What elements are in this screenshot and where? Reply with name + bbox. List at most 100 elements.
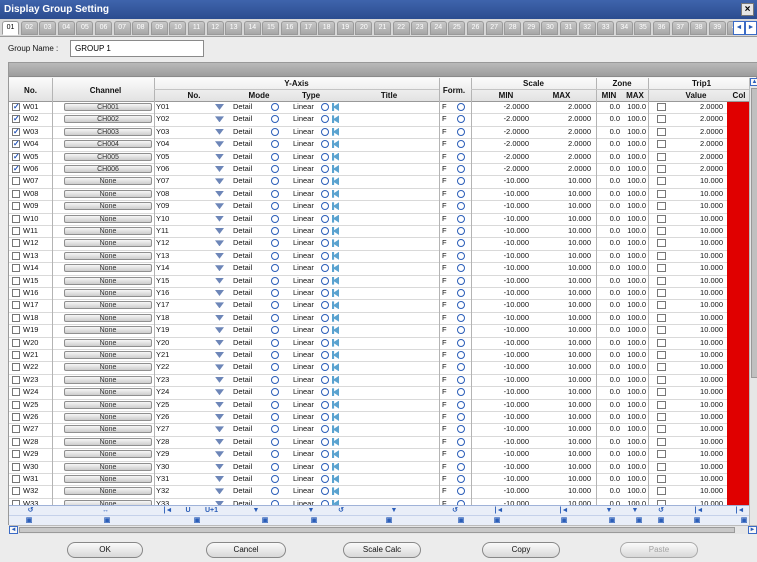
scale-max[interactable]: 10.000 <box>539 226 591 236</box>
zone-max[interactable]: 100.0 <box>621 139 646 149</box>
type-selector-icon[interactable] <box>321 375 329 384</box>
channel-button[interactable]: None <box>64 450 152 459</box>
trip1-color-swatch[interactable] <box>727 114 749 127</box>
zone-max[interactable]: 100.0 <box>621 424 646 434</box>
scale-min[interactable]: -10.000 <box>479 412 529 422</box>
mode-selector-icon[interactable] <box>271 264 279 273</box>
channel-button[interactable]: None <box>64 251 152 260</box>
scale-max[interactable]: 2.0000 <box>539 102 591 112</box>
scale-min[interactable]: -10.000 <box>479 437 529 447</box>
row-enable-checkbox[interactable] <box>12 338 20 347</box>
row-enable-checkbox[interactable] <box>12 177 20 186</box>
y-axis-dropdown-icon[interactable] <box>215 240 224 247</box>
trip1-enable-checkbox[interactable] <box>657 326 666 335</box>
zone-max[interactable]: 100.0 <box>621 486 646 496</box>
zone-max[interactable]: 100.0 <box>621 412 646 422</box>
trip1-value[interactable]: 10.000 <box>671 238 723 248</box>
channel-button[interactable]: None <box>64 239 152 248</box>
trip1-color-swatch[interactable] <box>727 275 749 288</box>
scale-max[interactable]: 2.0000 <box>539 139 591 149</box>
tab-04[interactable]: 04 <box>57 21 75 35</box>
row-enable-checkbox[interactable] <box>12 202 20 211</box>
zone-min[interactable]: 0.0 <box>596 424 620 434</box>
trip1-value[interactable]: 10.000 <box>671 263 723 273</box>
scale-max[interactable]: 10.000 <box>539 362 591 372</box>
row-enable-checkbox[interactable] <box>12 227 20 235</box>
zone-min[interactable]: 0.0 <box>596 449 620 459</box>
trip1-enable-checkbox[interactable] <box>657 251 666 260</box>
form-selector-icon[interactable] <box>457 487 465 496</box>
tab-29[interactable]: 29 <box>522 21 540 35</box>
form-selector-icon[interactable] <box>457 251 465 260</box>
scale-max[interactable]: 10.000 <box>539 350 591 360</box>
type-selector-icon[interactable] <box>321 487 329 496</box>
axis-step-icon[interactable] <box>332 400 339 409</box>
row-enable-checkbox[interactable] <box>12 425 20 434</box>
zone-max[interactable]: 100.0 <box>621 362 646 372</box>
trip1-enable-checkbox[interactable] <box>657 103 666 111</box>
trip1-value[interactable]: 2.0000 <box>671 114 723 124</box>
mode-selector-icon[interactable] <box>271 214 279 223</box>
type-selector-icon[interactable] <box>321 115 329 124</box>
type-selector-icon[interactable] <box>321 475 329 483</box>
tab-24[interactable]: 24 <box>429 21 447 35</box>
trip1-value[interactable]: 10.000 <box>671 214 723 224</box>
zone-min[interactable]: 0.0 <box>596 325 620 335</box>
mode-selector-icon[interactable] <box>271 202 279 211</box>
scale-max[interactable]: 10.000 <box>539 387 591 397</box>
form-selector-icon[interactable] <box>457 140 465 149</box>
zone-min[interactable]: 0.0 <box>596 474 620 484</box>
form-selector-icon[interactable] <box>457 202 465 211</box>
trip1-color-swatch[interactable] <box>727 362 749 375</box>
axis-step-icon[interactable] <box>332 140 339 149</box>
channel-button[interactable]: None <box>64 264 152 273</box>
scale-max[interactable]: 10.000 <box>539 437 591 447</box>
trip1-enable-checkbox[interactable] <box>657 400 666 409</box>
y-axis-dropdown-icon[interactable] <box>215 203 224 210</box>
tab-02[interactable]: 02 <box>20 21 38 35</box>
y-axis-dropdown-icon[interactable] <box>215 104 224 110</box>
channel-button[interactable]: None <box>64 214 152 223</box>
trip1-enable-checkbox[interactable] <box>657 214 666 223</box>
trip1-enable-checkbox[interactable] <box>657 413 666 421</box>
form-selector-icon[interactable] <box>457 214 465 223</box>
zone-min[interactable]: 0.0 <box>596 176 620 186</box>
scale-min[interactable]: -10.000 <box>479 325 529 335</box>
trip1-value[interactable]: 10.000 <box>671 189 723 199</box>
channel-button[interactable]: None <box>64 462 152 471</box>
tab-33[interactable]: 33 <box>597 21 615 35</box>
trip1-value[interactable]: 10.000 <box>671 251 723 261</box>
zone-max[interactable]: 100.0 <box>621 238 646 248</box>
zone-max[interactable]: 100.0 <box>621 387 646 397</box>
y-axis-dropdown-icon[interactable] <box>215 352 224 358</box>
trip1-enable-checkbox[interactable] <box>657 351 666 359</box>
zone-max[interactable]: 100.0 <box>621 226 646 236</box>
scale-min[interactable]: -10.000 <box>479 288 529 298</box>
zone-max[interactable]: 100.0 <box>621 449 646 459</box>
zone-min[interactable]: 0.0 <box>596 437 620 447</box>
trip1-color-swatch[interactable] <box>727 337 749 350</box>
trip1-enable-checkbox[interactable] <box>657 301 666 310</box>
axis-step-icon[interactable] <box>332 202 339 211</box>
row-enable-checkbox[interactable]: ✓ <box>12 140 20 149</box>
row-enable-checkbox[interactable] <box>12 413 20 421</box>
channel-button[interactable]: None <box>64 338 152 347</box>
channel-button[interactable]: None <box>64 227 152 235</box>
scale-min[interactable]: -10.000 <box>479 263 529 273</box>
trip1-enable-checkbox[interactable] <box>657 264 666 273</box>
channel-button[interactable]: None <box>64 475 152 483</box>
trip1-color-swatch[interactable] <box>727 263 749 276</box>
scale-min[interactable]: -10.000 <box>479 176 529 186</box>
mode-selector-icon[interactable] <box>271 413 279 421</box>
zone-max[interactable]: 100.0 <box>621 251 646 261</box>
trip1-value[interactable]: 10.000 <box>671 338 723 348</box>
axis-step-icon[interactable] <box>332 301 339 310</box>
channel-button[interactable]: None <box>64 400 152 409</box>
trip1-value[interactable]: 10.000 <box>671 462 723 472</box>
trip1-value[interactable]: 10.000 <box>671 313 723 323</box>
zone-min[interactable]: 0.0 <box>596 139 620 149</box>
scale-max[interactable]: 10.000 <box>539 325 591 335</box>
scale-max[interactable]: 10.000 <box>539 201 591 211</box>
y-axis-dropdown-icon[interactable] <box>215 166 224 172</box>
trip1-enable-checkbox[interactable] <box>657 375 666 384</box>
